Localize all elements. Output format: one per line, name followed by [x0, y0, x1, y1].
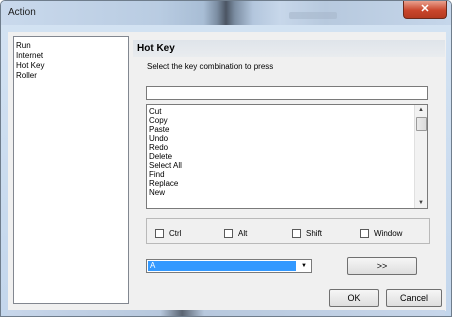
list-item[interactable]: Find: [149, 170, 165, 179]
checkbox-box[interactable]: [292, 228, 301, 238]
action-item-hot-key[interactable]: Hot Key: [16, 61, 44, 70]
checkbox-label: Alt: [238, 228, 248, 238]
action-type-list[interactable]: Run Internet Hot Key Roller: [13, 36, 129, 304]
list-item[interactable]: Delete: [149, 152, 172, 161]
checkbox-label: Window: [374, 228, 403, 238]
instruction-text: Select the key combination to press: [147, 62, 274, 71]
close-button[interactable]: ✕: [403, 1, 447, 19]
list-item[interactable]: Redo: [149, 143, 168, 152]
chevron-down-icon[interactable]: ▼: [298, 261, 310, 271]
list-item[interactable]: Undo: [149, 134, 168, 143]
list-item[interactable]: Copy: [149, 116, 168, 125]
checkbox-label: Shift: [306, 228, 323, 238]
panel-header: Hot Key: [133, 40, 445, 57]
window-title: Action: [8, 7, 36, 18]
list-item[interactable]: Cut: [149, 107, 161, 116]
ok-button[interactable]: OK: [329, 289, 379, 307]
action-item-run[interactable]: Run: [16, 41, 31, 50]
key-combination-input[interactable]: [146, 86, 428, 100]
scroll-up-icon[interactable]: ▲: [415, 105, 427, 115]
checkbox-box[interactable]: [224, 228, 233, 238]
checkbox-label: Ctrl: [169, 228, 182, 238]
list-item[interactable]: Paste: [149, 125, 169, 134]
window-checkbox[interactable]: Window: [360, 228, 402, 238]
list-item[interactable]: New: [149, 188, 165, 197]
background-window-title: [289, 12, 337, 19]
alt-checkbox[interactable]: Alt: [224, 228, 247, 238]
title-bar[interactable]: Action ✕: [1, 1, 451, 25]
ctrl-checkbox[interactable]: Ctrl: [155, 228, 181, 238]
action-item-roller[interactable]: Roller: [16, 71, 37, 80]
list-scrollbar[interactable]: ▲ ▼: [414, 105, 427, 208]
list-item[interactable]: Select All: [149, 161, 182, 170]
list-item[interactable]: Replace: [149, 179, 178, 188]
cancel-button[interactable]: Cancel: [386, 289, 442, 307]
key-select[interactable]: A ▼: [146, 259, 312, 273]
command-list[interactable]: Cut Copy Paste Undo Redo Delete Select A…: [146, 104, 428, 209]
scroll-down-icon[interactable]: ▼: [415, 198, 427, 208]
window-bottom-edge: [7, 310, 445, 316]
action-item-internet[interactable]: Internet: [16, 51, 43, 60]
checkbox-box[interactable]: [155, 228, 164, 238]
key-select-value[interactable]: A: [148, 261, 296, 271]
shift-checkbox[interactable]: Shift: [292, 228, 322, 238]
add-key-button[interactable]: >>: [347, 257, 417, 275]
checkbox-box[interactable]: [360, 228, 369, 238]
scroll-thumb[interactable]: [416, 117, 427, 131]
